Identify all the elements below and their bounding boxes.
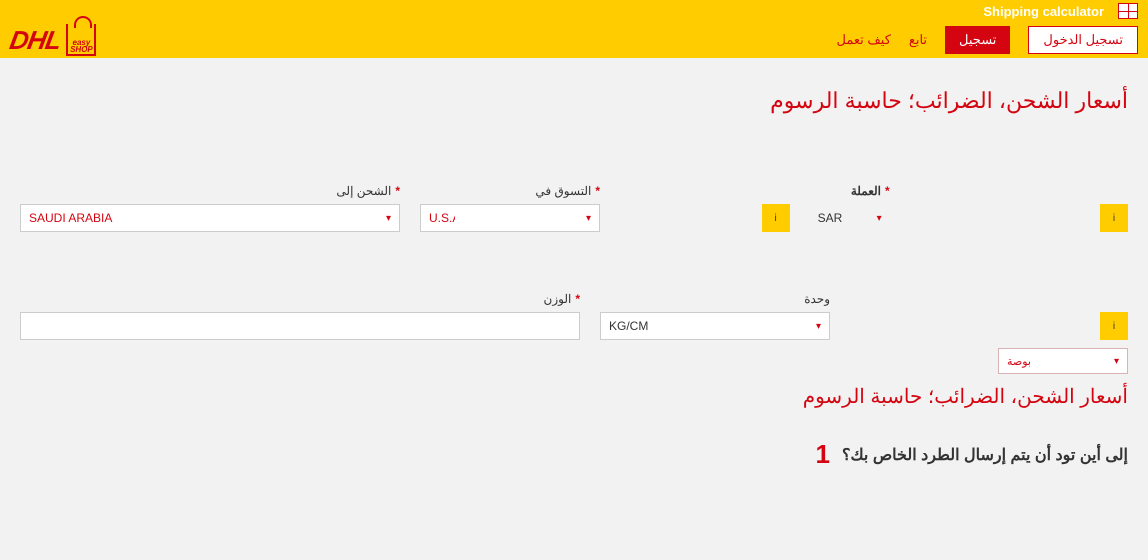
chevron-down-icon: ▾	[816, 321, 821, 332]
logo[interactable]: DHL easySHOP	[10, 24, 96, 56]
easyshop-icon: easySHOP	[66, 24, 96, 56]
ship-to-label: الشحن إلى	[336, 184, 391, 198]
field-shop-in: *التسوق في U.S.A ▾	[420, 184, 600, 232]
header: DHL easySHOP تسجيل الدخول تسجيل تابع كيف…	[0, 22, 1148, 58]
chevron-down-icon: ▾	[586, 213, 591, 224]
step-1-number: 1	[815, 439, 829, 470]
ship-to-value: SAUDI ARABIA	[29, 211, 112, 225]
field-unit: وحدة KG/CM ▾	[600, 292, 830, 340]
currency-select[interactable]: ▾ SAR	[810, 204, 890, 232]
field-ship-to: *الشحن إلى SAUDI ARABIA ▾	[20, 184, 400, 232]
topbar: Shipping calculator	[0, 0, 1148, 22]
step-1: إلى أين تود أن يتم إرسال الطرد الخاص بك؟…	[20, 439, 1128, 470]
login-button[interactable]: تسجيل الدخول	[1028, 26, 1138, 54]
nav-follow[interactable]: تابع	[909, 32, 927, 48]
register-button[interactable]: تسجيل	[945, 26, 1010, 54]
form-row-1: *الشحن إلى SAUDI ARABIA ▾ *التسوق في U.S…	[20, 184, 1128, 232]
unit-select[interactable]: KG/CM ▾	[600, 312, 830, 340]
currency-label: العملة	[851, 184, 881, 198]
step-1-text: إلى أين تود أن يتم إرسال الطرد الخاص بك؟	[842, 445, 1128, 465]
app-grid-icon[interactable]	[1118, 3, 1138, 19]
ship-to-select[interactable]: SAUDI ARABIA ▾	[20, 204, 400, 232]
inch-select[interactable]: بوصة ▾	[998, 348, 1128, 374]
weight-input[interactable]	[20, 312, 580, 340]
nav-how-it-works[interactable]: كيف تعمل	[836, 32, 890, 48]
chevron-down-icon: ▾	[1114, 356, 1119, 367]
page-title: أسعار الشحن، الضرائب؛ حاسبة الرسوم	[20, 88, 1128, 114]
info-button-currency[interactable]: i	[1100, 204, 1128, 232]
chevron-down-icon: ▾	[386, 213, 391, 224]
shop-in-select[interactable]: U.S.A ▾	[420, 204, 600, 232]
weight-label: الوزن	[544, 292, 572, 306]
shop-in-label: التسوق في	[535, 184, 591, 198]
main-nav: تسجيل الدخول تسجيل تابع كيف تعمل	[836, 26, 1138, 54]
inch-value: بوصة	[1007, 355, 1031, 368]
topbar-title: Shipping calculator	[983, 4, 1104, 19]
info-button-unit[interactable]: i	[1100, 312, 1128, 340]
unit-value: KG/CM	[609, 319, 648, 333]
field-currency: *العملة ▾ SAR	[810, 184, 890, 232]
currency-value: SAR	[818, 211, 843, 225]
chevron-down-icon: ▾	[877, 213, 882, 224]
shop-in-value: U.S.A	[429, 211, 455, 225]
dhl-logo-text: DHL	[7, 25, 63, 56]
section-2-title: أسعار الشحن، الضرائب؛ حاسبة الرسوم	[20, 384, 1128, 409]
content: أسعار الشحن، الضرائب؛ حاسبة الرسوم *الشح…	[0, 58, 1148, 480]
form-row-2: *الوزن وحدة KG/CM ▾ i	[20, 292, 1128, 340]
field-weight: *الوزن	[20, 292, 580, 340]
info-button-shop[interactable]: i	[762, 204, 790, 232]
unit-label: وحدة	[804, 292, 830, 306]
